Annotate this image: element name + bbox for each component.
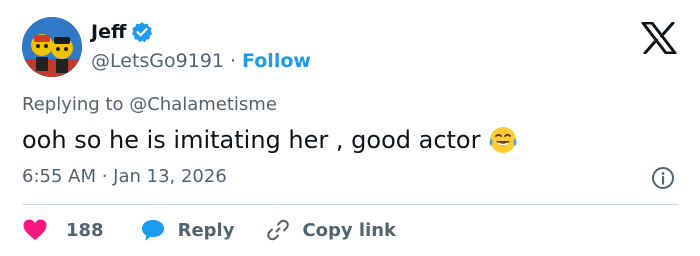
reply-button[interactable]: Reply — [140, 218, 235, 242]
link-icon — [266, 218, 290, 242]
author-name-row: Jeff — [91, 20, 153, 44]
tweet-timestamp[interactable]: 6:55 AM · Jan 13, 2026 — [22, 166, 227, 188]
face-with-tears-of-joy-icon — [488, 125, 518, 155]
like-count: 188 — [66, 219, 104, 241]
author-name[interactable]: Jeff — [91, 20, 126, 44]
tweet-text: ooh so he is imitating her , good actor — [22, 126, 481, 154]
author-handle[interactable]: @LetsGo9191 — [91, 49, 224, 73]
x-logo-icon[interactable] — [641, 21, 677, 55]
verified-badge-icon — [131, 21, 153, 43]
separator-dot: · — [230, 50, 237, 72]
copy-link-button[interactable]: Copy link — [266, 218, 396, 242]
avatar[interactable] — [22, 17, 82, 77]
tweet-card: Jeff @LetsGo9191 · Follow Replying to @C… — [0, 0, 700, 256]
replying-to-line: Replying to @Chalametisme — [22, 94, 277, 116]
replying-to-handle[interactable]: @Chalametisme — [129, 94, 277, 115]
heart-icon — [22, 218, 48, 242]
copy-link-label: Copy link — [302, 219, 397, 241]
replying-prefix: Replying to — [22, 94, 124, 115]
avatar-image — [22, 17, 82, 77]
tweet-text-row: ooh so he is imitating her , good actor — [22, 125, 518, 155]
like-button[interactable]: 188 — [22, 218, 104, 242]
divider — [22, 204, 678, 205]
info-icon[interactable] — [651, 166, 675, 190]
author-handle-row: @LetsGo9191 · Follow — [91, 49, 311, 73]
action-bar: 188 Reply Copy link — [22, 215, 396, 245]
follow-button[interactable]: Follow — [242, 49, 311, 73]
reply-label: Reply — [177, 219, 235, 241]
reply-bubble-icon — [140, 218, 166, 242]
